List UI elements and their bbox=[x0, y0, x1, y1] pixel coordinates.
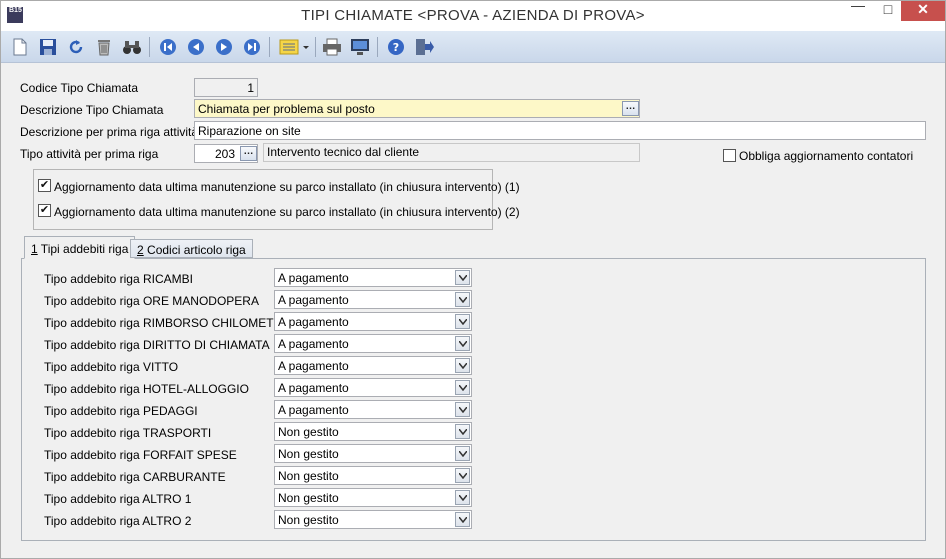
last-record-icon[interactable] bbox=[241, 36, 263, 58]
addebito-value: A pagamento bbox=[278, 359, 349, 373]
descrizione-field[interactable]: Chiamata per problema sul posto bbox=[194, 99, 640, 118]
chevron-down-icon[interactable] bbox=[455, 402, 470, 417]
addebito-value: A pagamento bbox=[278, 271, 349, 285]
chevron-down-icon[interactable] bbox=[455, 512, 470, 527]
help-icon[interactable]: ? bbox=[385, 36, 407, 58]
chevron-down-icon[interactable] bbox=[455, 380, 470, 395]
addebito-select[interactable]: A pagamento bbox=[274, 290, 472, 309]
title-bar: B15 TIPI CHIAMATE <PROVA - AZIENDA DI PR… bbox=[1, 0, 945, 31]
aggiornamento-group bbox=[33, 169, 493, 230]
chevron-down-icon[interactable] bbox=[455, 468, 470, 483]
aggiornamento-1-label: Aggiornamento data ultima manutenzione s… bbox=[54, 180, 520, 194]
preview-monitor-icon[interactable] bbox=[349, 36, 371, 58]
obbliga-label: Obbliga aggiornamento contatori bbox=[739, 149, 914, 163]
addebito-label: Tipo addebito riga FORFAIT SPESE bbox=[44, 448, 237, 462]
close-button[interactable]: ✕ bbox=[901, 1, 945, 21]
addebito-label: Tipo addebito riga RICAMBI bbox=[44, 272, 193, 286]
svg-text:?: ? bbox=[393, 41, 399, 54]
addebito-select[interactable]: A pagamento bbox=[274, 378, 472, 397]
prima-riga-field[interactable]: Riparazione on site bbox=[194, 121, 926, 140]
descrizione-label: Descrizione Tipo Chiamata bbox=[20, 103, 164, 117]
window-title: TIPI CHIAMATE <PROVA - AZIENDA DI PROVA> bbox=[301, 7, 645, 24]
chevron-down-icon[interactable] bbox=[455, 424, 470, 439]
addebito-label: Tipo addebito riga RIMBORSO CHILOMETRI bbox=[44, 316, 286, 330]
addebito-value: Non gestito bbox=[278, 469, 339, 483]
tab-codici-articolo-key: 2 bbox=[137, 243, 144, 257]
codice-label: Codice Tipo Chiamata bbox=[20, 81, 139, 95]
addebito-select[interactable]: Non gestito bbox=[274, 510, 472, 529]
chevron-down-icon[interactable] bbox=[455, 446, 470, 461]
addebito-select[interactable]: A pagamento bbox=[274, 400, 472, 419]
tipo-attivita-lookup-button[interactable]: … bbox=[240, 146, 257, 161]
addebito-value: A pagamento bbox=[278, 315, 349, 329]
addebito-select[interactable]: Non gestito bbox=[274, 444, 472, 463]
codice-field[interactable]: 1 bbox=[194, 78, 258, 97]
tab-codici-articolo-label: Codici articolo riga bbox=[143, 243, 246, 257]
toolbar: ? bbox=[1, 31, 945, 63]
aggiornamento-2-label: Aggiornamento data ultima manutenzione s… bbox=[54, 205, 520, 219]
addebito-select[interactable]: A pagamento bbox=[274, 334, 472, 353]
aggiornamento-1-checkbox[interactable]: ✔ bbox=[38, 179, 51, 192]
addebito-value: A pagamento bbox=[278, 403, 349, 417]
maximize-button[interactable]: □ bbox=[875, 1, 901, 23]
list-options-icon[interactable] bbox=[277, 36, 311, 58]
addebito-select[interactable]: A pagamento bbox=[274, 268, 472, 287]
addebito-select[interactable]: A pagamento bbox=[274, 312, 472, 331]
addebito-value: Non gestito bbox=[278, 447, 339, 461]
prima-riga-label: Descrizione per prima riga attività bbox=[20, 125, 199, 139]
addebito-select[interactable]: Non gestito bbox=[274, 488, 472, 507]
addebito-value: A pagamento bbox=[278, 337, 349, 351]
addebito-select[interactable]: Non gestito bbox=[274, 466, 472, 485]
first-record-icon[interactable] bbox=[157, 36, 179, 58]
chevron-down-icon[interactable] bbox=[455, 490, 470, 505]
delete-trash-icon[interactable] bbox=[93, 36, 115, 58]
aggiornamento-2-checkbox[interactable]: ✔ bbox=[38, 204, 51, 217]
addebito-label: Tipo addebito riga ALTRO 2 bbox=[44, 514, 192, 528]
find-binoculars-icon[interactable] bbox=[121, 36, 143, 58]
tipo-attivita-label: Tipo attività per prima riga bbox=[20, 147, 159, 161]
tab-tipi-addebiti-label: Tipi addebiti riga bbox=[37, 242, 129, 256]
addebito-label: Tipo addebito riga PEDAGGI bbox=[44, 404, 198, 418]
tab-tipi-addebiti[interactable]: 1 Tipi addebiti riga bbox=[24, 236, 136, 259]
tab-codici-articolo[interactable]: 2 Codici articolo riga bbox=[130, 239, 253, 258]
addebito-label: Tipo addebito riga DIRITTO DI CHIAMATA bbox=[44, 338, 270, 352]
chevron-down-icon[interactable] bbox=[455, 314, 470, 329]
save-icon[interactable] bbox=[37, 36, 59, 58]
addebito-label: Tipo addebito riga TRASPORTI bbox=[44, 426, 212, 440]
print-icon[interactable] bbox=[321, 36, 343, 58]
chevron-down-icon[interactable] bbox=[455, 336, 470, 351]
minimize-button[interactable]: — bbox=[841, 0, 875, 19]
addebito-select[interactable]: A pagamento bbox=[274, 356, 472, 375]
exit-icon[interactable] bbox=[413, 36, 435, 58]
chevron-down-icon[interactable] bbox=[455, 358, 470, 373]
tipo-attivita-description: Intervento tecnico dal cliente bbox=[263, 143, 640, 162]
chevron-down-icon[interactable] bbox=[455, 270, 470, 285]
addebito-value: A pagamento bbox=[278, 381, 349, 395]
undo-icon[interactable] bbox=[65, 36, 87, 58]
addebito-label: Tipo addebito riga VITTO bbox=[44, 360, 179, 374]
addebito-value: Non gestito bbox=[278, 491, 339, 505]
descrizione-lookup-button[interactable]: … bbox=[622, 101, 639, 116]
addebito-value: Non gestito bbox=[278, 513, 339, 527]
addebito-label: Tipo addebito riga ALTRO 1 bbox=[44, 492, 192, 506]
tab-tipi-addebiti-key: 1 bbox=[31, 242, 38, 256]
window: B15 TIPI CHIAMATE <PROVA - AZIENDA DI PR… bbox=[0, 0, 946, 559]
new-document-icon[interactable] bbox=[9, 36, 31, 58]
chevron-down-icon[interactable] bbox=[455, 292, 470, 307]
addebito-label: Tipo addebito riga HOTEL-ALLOGGIO bbox=[44, 382, 249, 396]
addebito-value: A pagamento bbox=[278, 293, 349, 307]
obbliga-checkbox[interactable] bbox=[723, 149, 736, 162]
addebito-label: Tipo addebito riga CARBURANTE bbox=[44, 470, 226, 484]
next-record-icon[interactable] bbox=[213, 36, 235, 58]
addebito-value: Non gestito bbox=[278, 425, 339, 439]
previous-record-icon[interactable] bbox=[185, 36, 207, 58]
addebito-label: Tipo addebito riga ORE MANODOPERA bbox=[44, 294, 259, 308]
addebito-select[interactable]: Non gestito bbox=[274, 422, 472, 441]
